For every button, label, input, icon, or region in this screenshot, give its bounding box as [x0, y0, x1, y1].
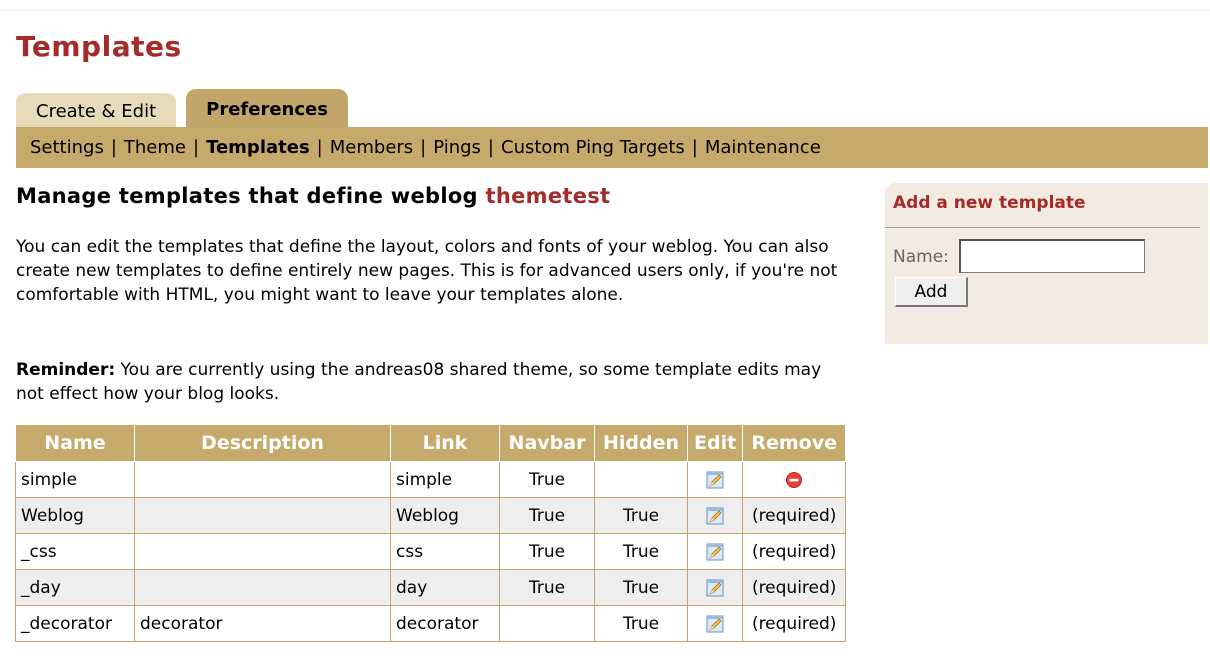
- cell-remove: (required): [742, 497, 847, 534]
- subnav-separator: |: [193, 137, 200, 158]
- column-header-description[interactable]: Description: [134, 424, 391, 462]
- cell-link[interactable]: css: [390, 533, 500, 570]
- subnav-separator: |: [110, 137, 117, 158]
- top-bar: [0, 0, 1210, 11]
- cell-navbar: True: [499, 569, 595, 606]
- cell-edit: [686, 605, 744, 642]
- table-row: _day day True True (required): [15, 569, 847, 606]
- table-row: _css css True True (required): [15, 533, 847, 570]
- cell-remove: (required): [742, 605, 847, 642]
- cell-remove: (required): [742, 533, 847, 570]
- divider: [885, 227, 1200, 228]
- cell-name: _css: [15, 533, 135, 570]
- cell-link[interactable]: simple: [390, 461, 500, 498]
- cell-description: [134, 461, 391, 498]
- subnav-separator: |: [487, 137, 494, 158]
- column-header-navbar[interactable]: Navbar: [499, 424, 595, 462]
- cell-edit: [686, 569, 744, 606]
- remove-icon[interactable]: [785, 471, 803, 489]
- cell-hidden: [594, 461, 688, 498]
- reminder-label: Reminder:: [16, 360, 116, 380]
- table-row: simple simple True: [15, 461, 847, 498]
- preferences-subnav: Settings | Theme | Templates | Members | Pings | C…: [16, 127, 1208, 168]
- cell-edit: [686, 533, 744, 570]
- weblog-name: themetest: [485, 184, 611, 208]
- tab-preferences[interactable]: Preferences: [186, 89, 348, 127]
- edit-pencil-icon[interactable]: [706, 507, 724, 525]
- column-header-edit[interactable]: Edit: [686, 424, 744, 462]
- cell-navbar: [499, 605, 595, 642]
- heading-text: Manage templates that define weblog: [16, 184, 478, 208]
- subnav-maintenance[interactable]: Maintenance: [705, 137, 821, 158]
- cell-description: [134, 569, 391, 606]
- cell-hidden: True: [594, 497, 688, 534]
- reminder-body: You are currently using the andreas08 sh…: [16, 360, 822, 404]
- subnav-members[interactable]: Members: [330, 137, 413, 158]
- section-heading: Manage templates that define weblog them…: [16, 184, 610, 208]
- cell-edit: [686, 461, 744, 498]
- edit-pencil-icon[interactable]: [706, 615, 724, 633]
- cell-hidden: True: [594, 533, 688, 570]
- cell-navbar: True: [499, 497, 595, 534]
- subnav-separator: |: [316, 137, 323, 158]
- table-header-row: Name Description Link Navbar Hidden Edit…: [15, 424, 847, 462]
- column-header-link[interactable]: Link: [390, 424, 500, 462]
- tab-create-edit[interactable]: Create & Edit: [16, 93, 177, 127]
- add-template-title: Add a new template: [893, 193, 1086, 213]
- cell-description: [134, 533, 391, 570]
- templates-table: Name Description Link Navbar Hidden Edit…: [15, 424, 847, 642]
- cell-name: simple: [15, 461, 135, 498]
- cell-link[interactable]: Weblog: [390, 497, 500, 534]
- cell-name: _day: [15, 569, 135, 606]
- tab-bar: Create & Edit Preferences: [16, 89, 348, 127]
- subnav-custom-ping-targets[interactable]: Custom Ping Targets: [501, 137, 685, 158]
- cell-hidden: True: [594, 605, 688, 642]
- cell-navbar: True: [499, 461, 595, 498]
- cell-description: decorator: [134, 605, 391, 642]
- edit-pencil-icon[interactable]: [706, 543, 724, 561]
- cell-remove: [742, 461, 847, 498]
- add-template-panel: Add a new template Name: Add: [885, 183, 1208, 344]
- edit-pencil-icon[interactable]: [706, 579, 724, 597]
- subnav-separator: |: [420, 137, 427, 158]
- column-header-name[interactable]: Name: [15, 424, 135, 462]
- reminder-text: Reminder: You are currently using the an…: [16, 358, 846, 406]
- add-button[interactable]: Add: [895, 277, 968, 307]
- cell-navbar: True: [499, 533, 595, 570]
- cell-remove: (required): [742, 569, 847, 606]
- column-header-hidden[interactable]: Hidden: [594, 424, 688, 462]
- cell-description: [134, 497, 391, 534]
- cell-name: Weblog: [15, 497, 135, 534]
- subnav-pings[interactable]: Pings: [433, 137, 481, 158]
- cell-link[interactable]: day: [390, 569, 500, 606]
- subnav-theme[interactable]: Theme: [124, 137, 186, 158]
- table-row: _decorator decorator decorator True (req…: [15, 605, 847, 642]
- name-label: Name:: [893, 247, 949, 267]
- intro-text: You can edit the templates that define t…: [16, 237, 838, 305]
- cell-hidden: True: [594, 569, 688, 606]
- cell-edit: [686, 497, 744, 534]
- page-title: Templates: [16, 30, 182, 63]
- template-name-input[interactable]: [959, 239, 1145, 273]
- cell-name: _decorator: [15, 605, 135, 642]
- subnav-templates[interactable]: Templates: [206, 137, 310, 158]
- subnav-settings[interactable]: Settings: [30, 137, 104, 158]
- column-header-remove[interactable]: Remove: [742, 424, 847, 462]
- table-row: Weblog Weblog True True (required): [15, 497, 847, 534]
- edit-pencil-icon[interactable]: [706, 471, 724, 489]
- cell-link[interactable]: decorator: [390, 605, 500, 642]
- subnav-separator: |: [691, 137, 698, 158]
